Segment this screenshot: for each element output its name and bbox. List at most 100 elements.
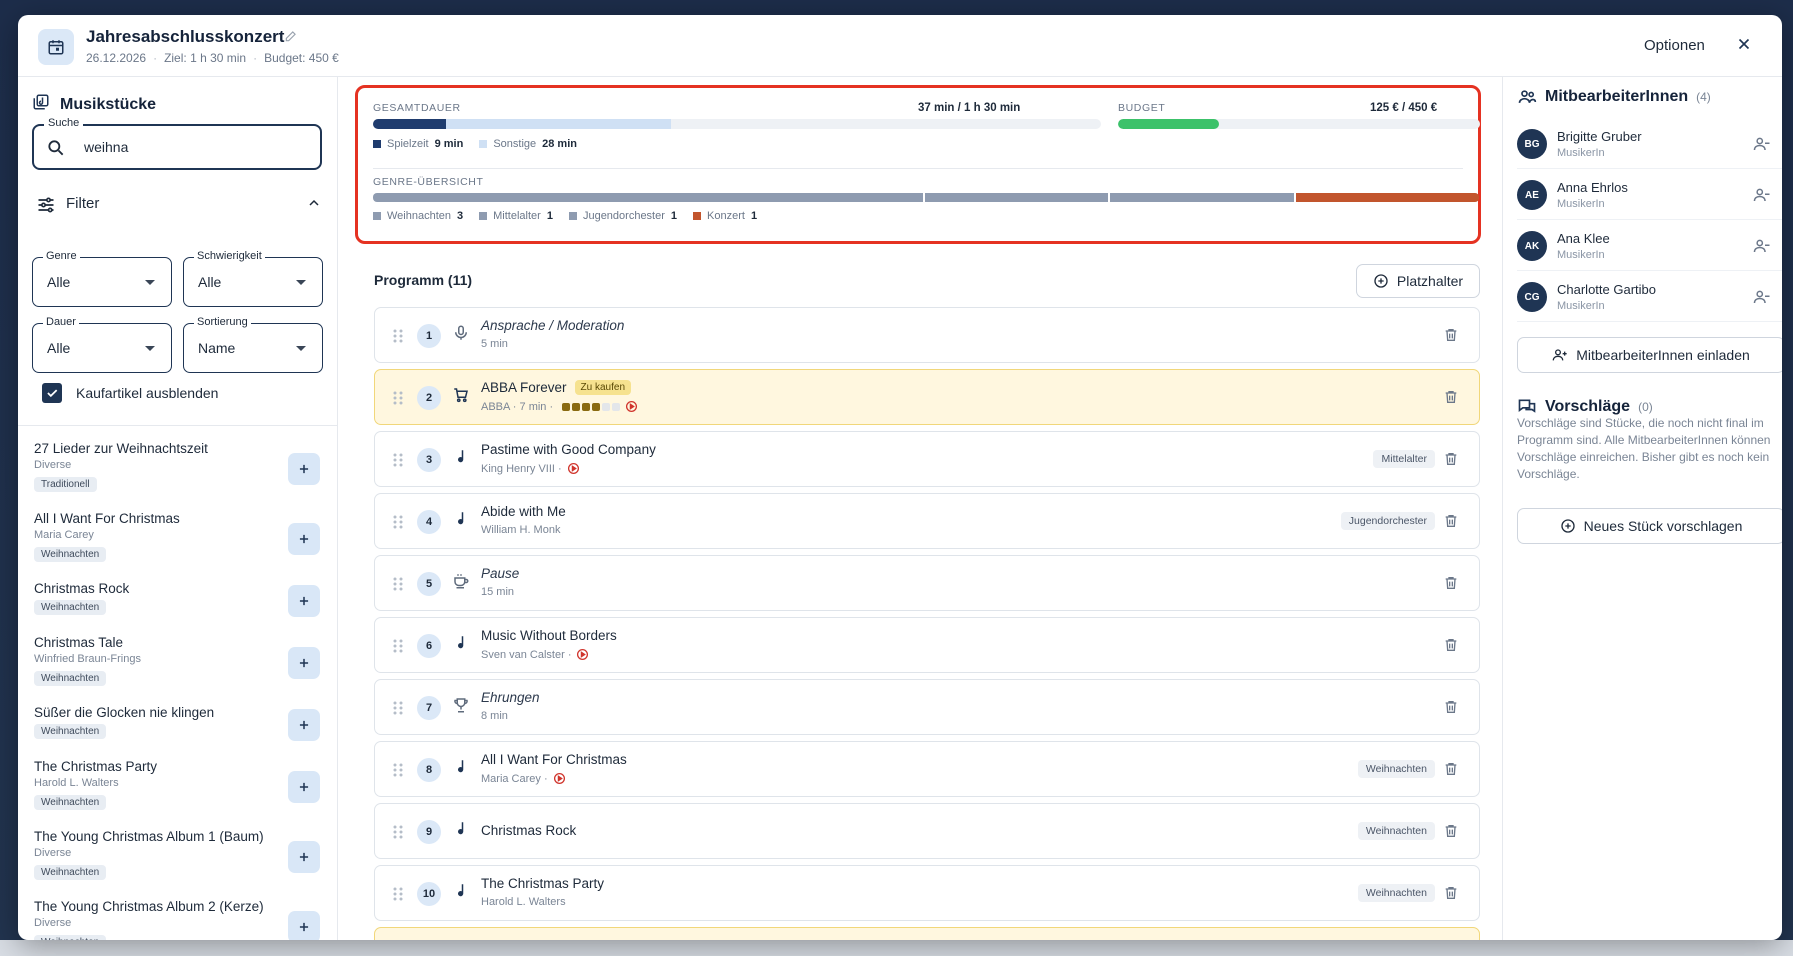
note-icon	[452, 758, 470, 781]
avatar: AK	[1517, 231, 1547, 261]
add-to-program-button[interactable]	[288, 771, 320, 803]
play-audio-icon[interactable]	[625, 400, 638, 413]
summary-card: GESAMTDAUER 37 min / 1 h 30 min Spielzei…	[355, 85, 1481, 244]
play-swatch	[373, 140, 381, 148]
row-subtitle-wrap: 5 min	[481, 338, 508, 350]
difficulty-select-value: Alle	[198, 274, 222, 290]
row-title-wrap: Pastime with Good Company	[481, 442, 656, 457]
add-to-program-button[interactable]	[288, 585, 320, 617]
invite-collaborators-button[interactable]: MitbearbeiterInnen einladen	[1517, 337, 1782, 373]
remove-user-icon[interactable]	[1753, 288, 1771, 311]
add-to-program-button[interactable]	[288, 841, 320, 873]
add-to-program-button[interactable]	[288, 647, 320, 679]
delete-icon[interactable]	[1443, 823, 1459, 844]
suggestions-title: Vorschläge (0)	[1517, 397, 1653, 417]
drag-handle-icon[interactable]	[393, 514, 403, 535]
difficulty-select[interactable]: Schwierigkeit Alle	[183, 250, 323, 307]
edit-pencil-icon[interactable]	[284, 29, 298, 48]
row-title: ABBA Forever	[481, 380, 567, 395]
program-row[interactable]: 10 The Christmas Party Harold L. Walters We…	[374, 865, 1480, 921]
to-buy-badge: Zu kaufen	[574, 380, 632, 395]
program-row[interactable]: 5 Pause 15 min	[374, 555, 1480, 611]
plus-icon	[299, 720, 309, 730]
collaborator-item: AK Ana Klee MusikerIn	[1517, 221, 1782, 271]
delete-icon[interactable]	[1443, 637, 1459, 658]
add-to-program-button[interactable]	[288, 911, 320, 940]
drag-handle-icon[interactable]	[393, 576, 403, 597]
remove-user-icon[interactable]	[1753, 186, 1771, 209]
genre-tag: Mittelalter	[1373, 450, 1435, 468]
caret-down-icon	[296, 280, 306, 285]
drag-handle-icon[interactable]	[393, 638, 403, 659]
delete-icon[interactable]	[1443, 575, 1459, 596]
duration-select[interactable]: Dauer Alle	[32, 316, 172, 373]
add-placeholder-button[interactable]: Platzhalter	[1356, 264, 1480, 298]
delete-icon[interactable]	[1443, 389, 1459, 410]
search-label: Suche	[44, 117, 84, 129]
delete-icon[interactable]	[1443, 885, 1459, 906]
genre-bar	[373, 193, 1479, 202]
library-item-tag: Traditionell	[34, 477, 97, 492]
genre-bar-segment	[1295, 193, 1479, 202]
add-to-program-button[interactable]	[288, 709, 320, 741]
sort-select[interactable]: Sortierung Name	[183, 316, 323, 373]
library-item-title: All I Want For Christmas	[34, 511, 180, 526]
remove-user-icon[interactable]	[1753, 135, 1771, 158]
delete-icon[interactable]	[1443, 327, 1459, 348]
delete-icon[interactable]	[1443, 761, 1459, 782]
add-to-program-button[interactable]	[288, 453, 320, 485]
remove-user-icon[interactable]	[1753, 237, 1771, 260]
delete-icon[interactable]	[1443, 513, 1459, 534]
drag-handle-icon[interactable]	[393, 452, 403, 473]
row-title-wrap: Pause	[481, 566, 519, 581]
program-row[interactable]: 4 Abide with Me William H. Monk Jugendorche…	[374, 493, 1480, 549]
drag-handle-icon[interactable]	[393, 328, 403, 349]
genre-select-label: Genre	[43, 250, 80, 262]
hide-purchase-checkbox[interactable]: Kaufartikel ausblenden	[42, 383, 218, 403]
program-row[interactable]: 8 All I Want For Christmas Maria Carey · We…	[374, 741, 1480, 797]
program-row[interactable]: 3 Pastime with Good Company King Henry VII…	[374, 431, 1480, 487]
drag-handle-icon[interactable]	[393, 762, 403, 783]
genre-swatch	[479, 212, 488, 220]
filter-toggle[interactable]: Filter	[32, 193, 322, 217]
concert-target: Ziel: 1 h 30 min	[164, 51, 247, 65]
delete-icon[interactable]	[1443, 699, 1459, 720]
avatar: BG	[1517, 129, 1547, 159]
drag-handle-icon[interactable]	[393, 700, 403, 721]
people-icon	[1518, 90, 1537, 103]
program-row[interactable]: 2 ABBA Forever Zu kaufen ABBA · 7 min ·	[374, 369, 1480, 425]
close-icon[interactable]	[1735, 35, 1753, 58]
library-item-title: The Christmas Party	[34, 759, 158, 774]
row-subtitle-wrap: Harold L. Walters	[481, 896, 566, 908]
program-row[interactable]: 11The witch and the SaintZu kaufen	[374, 927, 1480, 940]
drag-handle-icon[interactable]	[393, 886, 403, 907]
program-row[interactable]: 9 Christmas Rock Weihnachten	[374, 803, 1480, 859]
row-subtitle: Sven van Calster ·	[481, 648, 572, 661]
search-input[interactable]: Suche weihna	[32, 117, 322, 170]
mic-icon	[452, 324, 470, 347]
library-item-title: Christmas Rock	[34, 581, 130, 596]
play-audio-icon[interactable]	[576, 648, 589, 661]
row-number: 5	[417, 572, 441, 596]
options-button[interactable]: Optionen	[1644, 37, 1705, 54]
library-item-title: 27 Lieder zur Weihnachtszeit	[34, 441, 208, 456]
row-title: The Christmas Party	[481, 876, 605, 891]
duration-legend: Spielzeit 9 min Sonstige 28 min	[373, 138, 587, 150]
play-audio-icon[interactable]	[567, 462, 580, 475]
collaborator-name: Charlotte Gartibo	[1557, 282, 1656, 297]
plus-icon	[299, 782, 309, 792]
play-audio-icon[interactable]	[553, 772, 566, 785]
duration-value: 37 min / 1 h 30 min	[918, 102, 1021, 114]
drag-handle-icon[interactable]	[393, 390, 403, 411]
delete-icon[interactable]	[1443, 451, 1459, 472]
program-row[interactable]: 1 Ansprache / Moderation 5 min	[374, 307, 1480, 363]
drag-handle-icon[interactable]	[393, 824, 403, 845]
duration-select-value: Alle	[47, 340, 71, 356]
genre-select[interactable]: Genre Alle	[32, 250, 172, 307]
suggest-new-piece-button[interactable]: Neues Stück vorschlagen	[1517, 508, 1782, 544]
program-row[interactable]: 7 Ehrungen 8 min	[374, 679, 1480, 735]
add-to-program-button[interactable]	[288, 523, 320, 555]
budget-bar	[1118, 119, 1480, 129]
program-row[interactable]: 6 Music Without Borders Sven van Calster ·	[374, 617, 1480, 673]
plus-icon	[299, 464, 309, 474]
